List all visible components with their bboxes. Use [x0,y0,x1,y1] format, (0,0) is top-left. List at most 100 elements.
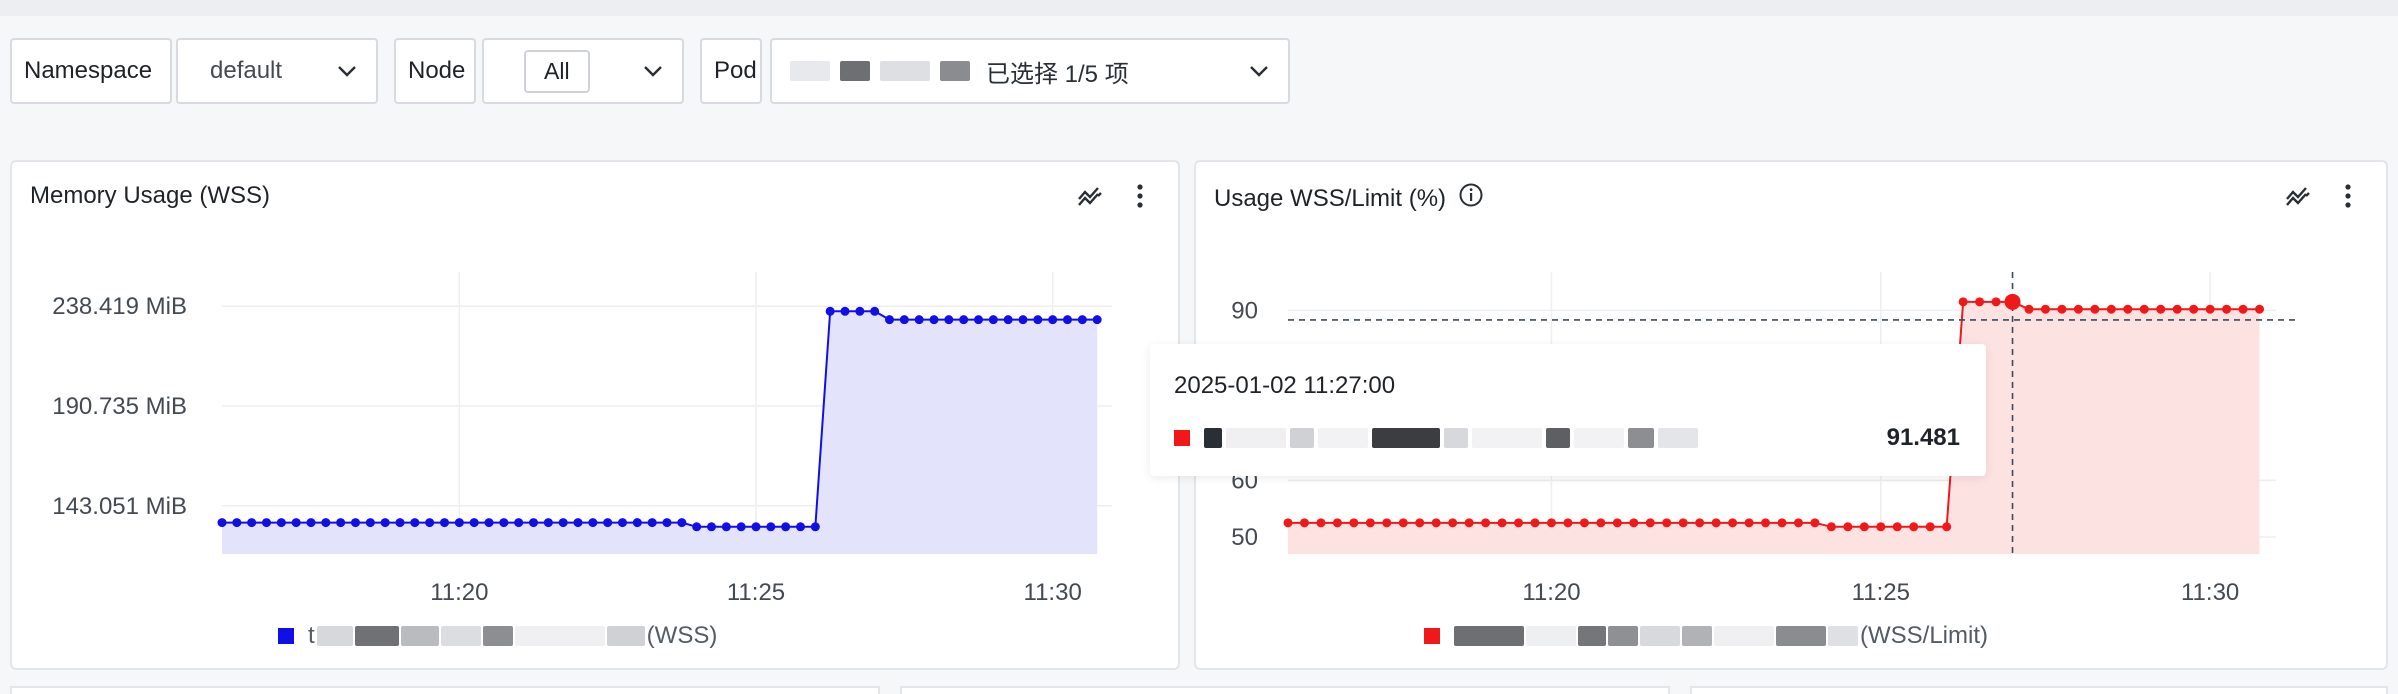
data-point [2222,304,2232,314]
memory-usage-chart: 11:20 11:25 11:30 143.051 MiB 190.735 MiB 238… [52,272,1112,606]
legend-swatch [278,628,294,644]
pod-label: Pod [700,38,762,104]
data-point [1645,518,1655,528]
x-tick-label: 11:20 [430,579,488,606]
chart-legend[interactable]: (WSS/Limit) [1424,622,1988,650]
data-point [2040,304,2050,314]
data-point [914,315,924,325]
chart-tooltip: 2025-01-02 11:27:00 91.481 [1150,344,1986,476]
data-point [2156,304,2166,314]
data-point [662,518,672,528]
panel-edge [10,686,880,694]
data-point [1678,518,1688,528]
data-point [1892,522,1902,532]
data-point [1431,518,1441,528]
data-point [1711,518,1721,528]
data-point [1563,518,1573,528]
data-point [618,518,627,528]
data-point [988,315,998,325]
y-tick-label: 90 [1231,297,1258,324]
data-point [677,518,687,528]
data-point [736,522,746,532]
data-point [692,522,702,532]
node-select[interactable]: All [482,38,684,104]
tooltip-time: 2025-01-02 11:27:00 [1174,372,1396,399]
data-point [440,518,449,528]
node-select-value: All [524,49,590,93]
data-point [1662,518,1672,528]
panel-edge [900,686,1670,694]
data-point [217,518,227,528]
data-point [1299,518,1309,528]
data-point [306,518,316,528]
data-point [2205,304,2215,314]
data-point [1514,518,1524,528]
data-point [1810,518,1820,528]
x-tick-label: 11:25 [727,579,785,606]
data-point [351,518,360,528]
x-tick-label: 11:30 [1024,579,1082,606]
data-point [899,315,909,325]
data-point [1612,518,1622,528]
chevron-down-icon [642,60,664,82]
data-point [469,518,479,528]
data-point [1909,522,1919,532]
data-point [707,522,716,532]
data-point [603,518,613,528]
pod-select-value: 已选择 1/5 项 [790,54,1129,89]
data-point [1092,315,1102,325]
data-point [1063,315,1072,325]
legend-name-obscured: t (WSS) [308,622,718,649]
data-point [2172,304,2182,314]
data-point [262,518,271,528]
data-point [2106,304,2116,314]
data-point [336,518,346,528]
data-point [647,518,657,528]
pod-select[interactable]: 已选择 1/5 项 [770,38,1290,104]
data-point [1958,297,1968,307]
data-point [1546,518,1556,528]
data-point [1077,315,1087,325]
data-point [291,518,301,528]
legend-swatch [1424,628,1440,644]
data-point [1481,518,1491,528]
data-point [1365,518,1375,528]
chart-legend[interactable]: t (WSS) [278,622,717,650]
data-point [2238,304,2248,314]
data-point [1728,518,1738,528]
hovered-point [2004,293,2021,310]
data-point [588,518,598,528]
data-point [885,315,894,325]
legend-label: (WSS) [646,622,718,649]
tooltip-value: 91.481 [1886,424,1960,451]
data-point [1579,518,1589,528]
tooltip-swatch [1174,430,1190,446]
data-point [395,518,405,528]
top-bar [0,0,2398,16]
node-label: Node [394,38,476,104]
namespace-select[interactable]: default [176,38,378,104]
data-point [484,518,494,528]
data-point [425,518,435,528]
pod-selected-count: 已选择 1/5 项 [986,60,1129,88]
data-point [1316,518,1326,528]
data-point [573,518,583,528]
memory-usage-panel: Memory Usage (WSS) 11:20 11:25 11:30 143.05… [10,160,1180,670]
data-point [1464,518,1474,528]
data-point [1283,518,1293,528]
data-point [810,522,820,532]
data-point [2024,304,2034,314]
data-point [321,518,331,528]
x-tick-label: 11:30 [2181,579,2239,606]
y-tick-label: 238.419 MiB [52,293,187,320]
legend-label: (WSS/Limit) [1860,622,1988,649]
data-point [410,518,420,528]
data-point [1761,518,1771,528]
data-point [2139,304,2149,314]
data-point [1942,522,1952,532]
more-panels-below [10,686,2388,694]
data-point [766,522,776,532]
data-point [1596,518,1606,528]
namespace-select-value: default [210,57,283,84]
data-point [944,315,954,325]
